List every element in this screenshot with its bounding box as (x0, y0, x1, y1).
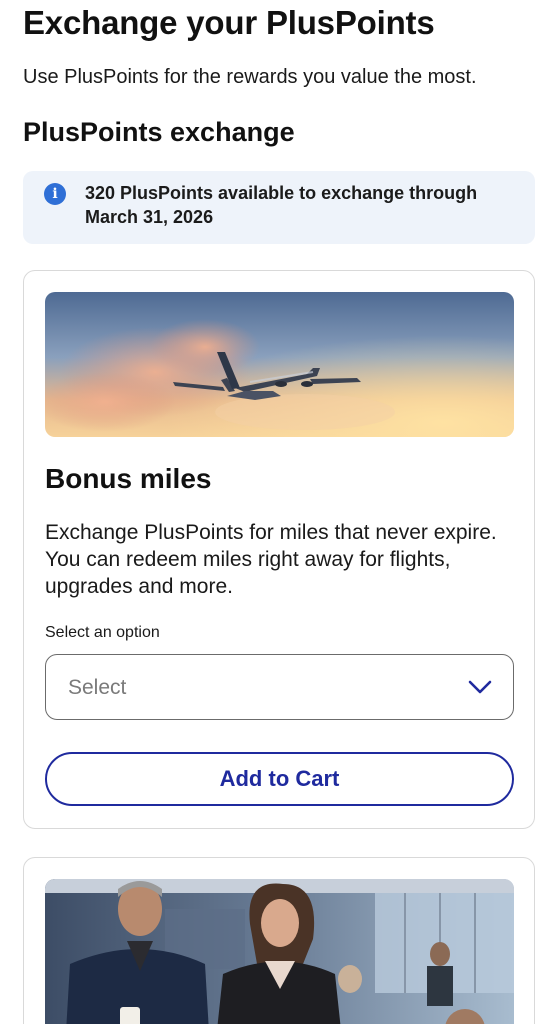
bonus-miles-card: Bonus miles Exchange PlusPoints for mile… (23, 270, 535, 829)
page-subtitle: Use PlusPoints for the rewards you value… (23, 66, 477, 88)
select-value: Select (68, 676, 127, 699)
card-description: Exchange PlusPoints for miles that never… (45, 521, 497, 598)
add-to-cart-button[interactable]: Add to Cart (45, 752, 514, 806)
travelers-lounge-image (45, 879, 514, 1024)
airplane-sunset-image (45, 292, 514, 437)
info-banner: i 320 PlusPoints available to exchange t… (23, 171, 535, 244)
lounge-card (23, 857, 535, 1024)
card-heading: Bonus miles (45, 463, 212, 494)
page-title: Exchange your PlusPoints (23, 4, 435, 41)
select-option-label: Select an option (45, 624, 160, 641)
info-icon: i (44, 183, 66, 205)
chevron-down-icon (468, 680, 492, 694)
page: Exchange your PlusPoints Use PlusPoints … (0, 0, 558, 1024)
section-title: PlusPoints exchange (23, 117, 295, 147)
info-banner-text: 320 PlusPoints available to exchange thr… (85, 183, 478, 227)
bonus-miles-select[interactable]: Select (45, 654, 514, 720)
